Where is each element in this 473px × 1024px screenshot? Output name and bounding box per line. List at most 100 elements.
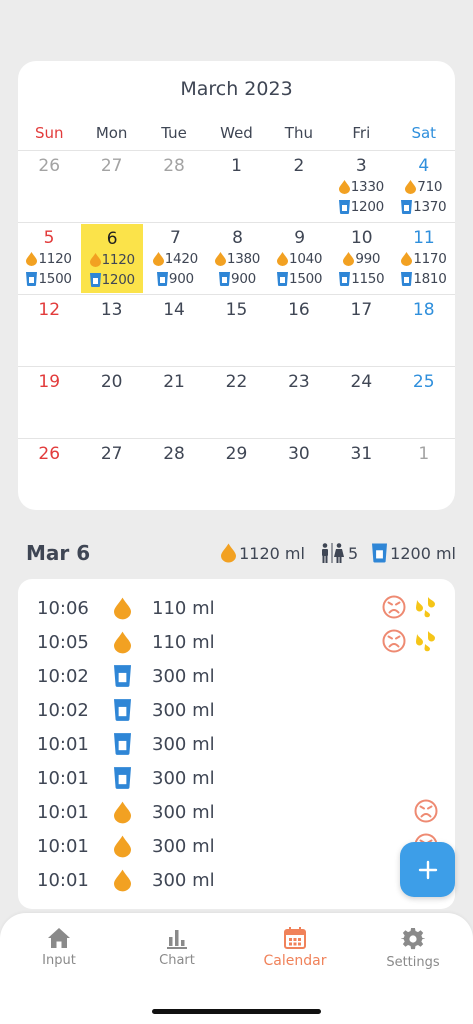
calendar-day[interactable]: 27	[80, 151, 142, 222]
log-time: 10:02	[37, 699, 89, 721]
log-entry[interactable]: 10:01 300 ml	[18, 795, 455, 829]
day-voided-stat: 1170	[393, 249, 455, 269]
day-number: 20	[100, 372, 123, 392]
intake-amount: 1370	[413, 199, 447, 215]
tab-calendar[interactable]: Calendar	[236, 927, 354, 987]
calendar-day[interactable]: 27	[80, 439, 142, 510]
day-number: 2	[293, 156, 305, 176]
calendar-day[interactable]: 25	[393, 367, 455, 438]
calendar-day[interactable]: 13	[80, 295, 142, 366]
log-entry[interactable]: 10:06 110 ml	[18, 591, 455, 625]
day-number: 3	[355, 156, 367, 176]
calendar-day[interactable]: 26	[18, 151, 80, 222]
calendar-day[interactable]: 4 710 1370	[393, 151, 455, 222]
day-number: 15	[225, 300, 248, 320]
log-amount: 300 ml	[152, 733, 215, 755]
calendar-day[interactable]: 18	[393, 295, 455, 366]
day-intake-stat: 900	[144, 269, 206, 289]
day-number: 24	[350, 372, 373, 392]
log-amount: 300 ml	[152, 699, 215, 721]
intake-amount: 900	[231, 271, 256, 287]
day-voided-stat: 710	[393, 177, 455, 197]
tab-label: Input	[42, 953, 76, 968]
voided-amount: 990	[355, 251, 381, 267]
log-entry[interactable]: 10:01 300 ml	[18, 727, 455, 761]
log-amount: 300 ml	[152, 801, 215, 823]
calendar-day[interactable]: 1	[205, 151, 267, 222]
tab-input[interactable]: Input	[0, 927, 118, 987]
log-entry[interactable]: 10:01 300 ml	[18, 829, 455, 863]
day-intake-stat: 1150	[331, 269, 393, 289]
voided-amount: 1120	[38, 251, 72, 267]
calendar-day-selected[interactable]: 6 1120 1200	[81, 224, 144, 293]
calendar-month-title: March 2023	[180, 78, 293, 100]
intake-amount: 1500	[38, 271, 72, 287]
drop-icon	[114, 631, 131, 654]
plus-icon	[418, 860, 437, 879]
leak-splash-icon	[416, 597, 435, 618]
calendar-day[interactable]: 11 1170 1810	[393, 223, 455, 294]
calendar-day[interactable]: 31	[330, 439, 392, 510]
calendar-day[interactable]: 14	[143, 295, 205, 366]
drop-icon	[277, 252, 289, 266]
day-voided-stat: 1120	[18, 249, 80, 269]
tab-label: Chart	[159, 953, 195, 968]
day-number: 26	[38, 444, 61, 464]
leak-splash-icon	[416, 631, 435, 652]
calendar-day[interactable]: 2	[268, 151, 330, 222]
log-entry[interactable]: 10:02 300 ml	[18, 659, 455, 693]
calendar-day[interactable]: 24	[330, 367, 392, 438]
log-time: 10:01	[37, 869, 89, 891]
add-entry-button[interactable]	[400, 842, 455, 897]
voided-amount: 1420	[164, 251, 198, 267]
calendar-day[interactable]: 29	[205, 439, 267, 510]
calendar-day[interactable]: 26	[18, 439, 80, 510]
weekday-tue: Tue	[161, 124, 187, 142]
log-entry[interactable]: 10:01 300 ml	[18, 863, 455, 897]
calendar-day[interactable]: 17	[330, 295, 392, 366]
cup-icon	[89, 273, 101, 287]
weekday-fri: Fri	[352, 124, 371, 142]
calendar-day[interactable]: 7 1420 900	[144, 223, 206, 294]
day-number: 1	[231, 156, 242, 176]
day-number: 26	[38, 156, 61, 176]
summary-voided: 1120 ml	[221, 543, 305, 563]
log-entry[interactable]: 10:02 300 ml	[18, 693, 455, 727]
tab-settings[interactable]: Settings	[354, 927, 472, 987]
calendar-day[interactable]: 30	[268, 439, 330, 510]
log-time: 10:01	[37, 801, 89, 823]
tab-chart[interactable]: Chart	[118, 927, 236, 987]
calendar-day[interactable]: 5 1120 1500	[18, 223, 80, 294]
drop-icon	[89, 253, 101, 267]
calendar-day[interactable]: 22	[205, 367, 267, 438]
selected-date: Mar 6	[26, 541, 91, 565]
day-number: 19	[38, 372, 61, 392]
calendar-day[interactable]: 12	[18, 295, 80, 366]
calendar-day[interactable]: 20	[80, 367, 142, 438]
day-number: 10	[350, 228, 373, 248]
day-number: 27	[100, 156, 123, 176]
calendar-day[interactable]: 21	[143, 367, 205, 438]
calendar-day[interactable]: 8 1380 900	[206, 223, 268, 294]
calendar-day[interactable]: 10 990 1150	[331, 223, 393, 294]
calendar-day[interactable]: 9 1040 1500	[269, 223, 331, 294]
calendar-day[interactable]: 16	[268, 295, 330, 366]
calendar-day[interactable]: 19	[18, 367, 80, 438]
day-number: 9	[294, 228, 306, 248]
log-amount: 110 ml	[152, 597, 215, 619]
intake-amount: 1150	[351, 271, 385, 287]
log-time: 10:05	[37, 631, 89, 653]
day-number: 25	[412, 372, 435, 392]
log-time: 10:02	[37, 665, 89, 687]
calendar-day[interactable]: 23	[268, 367, 330, 438]
calendar-day[interactable]: 15	[205, 295, 267, 366]
log-entry[interactable]: 10:01 300 ml	[18, 761, 455, 795]
calendar-day[interactable]: 1	[393, 439, 455, 510]
log-entry[interactable]: 10:05 110 ml	[18, 625, 455, 659]
day-intake-stat: 1200	[330, 197, 392, 217]
calendar-day[interactable]: 28	[143, 151, 205, 222]
calendar-day[interactable]: 3 1330 1200	[330, 151, 392, 222]
voided-amount: 1040	[289, 251, 323, 267]
calendar-day[interactable]: 28	[143, 439, 205, 510]
drop-icon	[152, 252, 164, 266]
